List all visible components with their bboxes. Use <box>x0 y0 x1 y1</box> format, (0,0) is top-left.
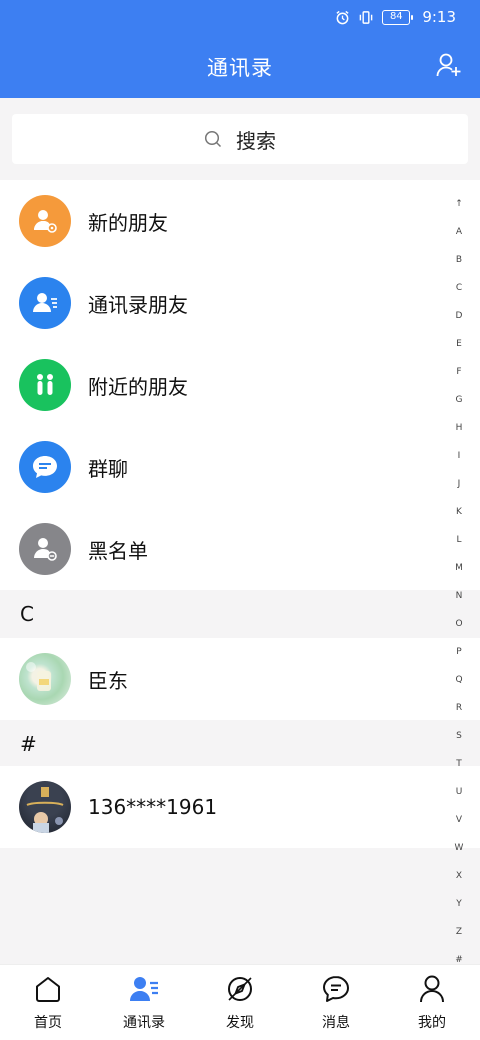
section-letter: # <box>20 732 37 756</box>
feature-group-chat[interactable]: 群聊 <box>0 426 480 508</box>
alphabet-index-bar[interactable]: ↑ A B C D E F G H I J K L M N O P Q R S T U V W X Y Z # <box>448 196 470 980</box>
index-letter[interactable]: R <box>456 700 462 728</box>
feature-nearby-friends[interactable]: 附近的朋友 <box>0 344 480 426</box>
tab-discover[interactable]: 发现 <box>192 965 288 1040</box>
status-time: 9:13 <box>422 8 456 26</box>
tab-label: 消息 <box>322 1015 350 1031</box>
discover-icon <box>228 977 252 1001</box>
tab-label: 我的 <box>418 1015 446 1031</box>
add-friend-icon[interactable] <box>436 52 462 78</box>
contacts-friend-icon <box>19 277 71 329</box>
index-letter[interactable]: P <box>456 644 461 672</box>
index-letter[interactable]: Y <box>456 896 462 924</box>
index-letter[interactable]: D <box>456 308 463 336</box>
tab-label: 通讯录 <box>123 1015 165 1031</box>
avatar <box>19 781 71 833</box>
alarm-icon <box>336 10 349 24</box>
search-label: 搜索 <box>236 128 276 153</box>
index-letter[interactable]: M <box>455 560 463 588</box>
status-icons: 84 9:13 <box>335 8 456 26</box>
index-letter[interactable]: U <box>456 784 463 812</box>
index-letter[interactable]: A <box>456 224 462 252</box>
battery-icon: 84 <box>382 9 414 25</box>
tab-label: 发现 <box>226 1015 254 1031</box>
index-letter[interactable]: T <box>456 756 462 784</box>
avatar <box>19 653 71 705</box>
feature-label: 群聊 <box>88 456 128 481</box>
index-letter[interactable]: Z <box>456 924 462 952</box>
feature-label: 黑名单 <box>88 538 148 563</box>
feature-new-friends[interactable]: 新的朋友 <box>0 180 480 262</box>
profile-icon <box>420 975 444 1003</box>
contact-row[interactable]: 臣东 <box>0 638 480 720</box>
feature-blacklist[interactable]: 黑名单 <box>0 508 480 590</box>
section-header-hash: # <box>0 720 480 768</box>
index-letter[interactable]: F <box>456 364 461 392</box>
feature-label: 附近的朋友 <box>88 374 188 399</box>
page-title: 通讯录 <box>207 56 273 80</box>
index-letter[interactable]: E <box>456 336 462 364</box>
index-letter[interactable]: K <box>456 504 462 532</box>
search-box[interactable]: 搜索 <box>12 114 468 164</box>
index-letter[interactable]: Q <box>455 672 462 700</box>
index-letter[interactable]: W <box>455 840 464 868</box>
contacts-tab-icon <box>130 977 158 1001</box>
index-letter[interactable]: B <box>456 252 462 280</box>
bottom-tab-bar: 首页 通讯录 发现 消息 我的 <box>0 964 480 1040</box>
contact-name: 臣东 <box>88 668 128 693</box>
index-letter[interactable]: N <box>456 588 463 616</box>
tab-profile[interactable]: 我的 <box>384 965 480 1040</box>
feature-label: 新的朋友 <box>88 210 168 235</box>
index-letter[interactable]: L <box>456 532 461 560</box>
contact-name: 136****1961 <box>88 795 218 819</box>
index-letter[interactable]: ↑ <box>455 196 463 224</box>
section-letter: C <box>20 602 34 626</box>
feature-label: 通讯录朋友 <box>88 292 188 317</box>
nearby-icon <box>19 359 71 411</box>
tab-label: 首页 <box>34 1015 62 1031</box>
blacklist-icon <box>19 523 71 575</box>
index-letter[interactable]: O <box>455 616 462 644</box>
index-letter[interactable]: S <box>456 728 462 756</box>
index-letter[interactable]: J <box>458 476 461 504</box>
feature-list: 新的朋友 通讯录朋友 附近的朋友 群聊 黑名单 <box>0 180 480 590</box>
contact-row[interactable]: 136****1961 <box>0 766 480 848</box>
index-letter[interactable]: X <box>456 868 462 896</box>
vibrate-icon <box>359 10 373 24</box>
feature-contacts-friends[interactable]: 通讯录朋友 <box>0 262 480 344</box>
search-icon <box>204 130 222 148</box>
search-area: 搜索 <box>0 98 480 180</box>
index-letter[interactable]: C <box>456 280 462 308</box>
index-letter[interactable]: V <box>456 812 462 840</box>
index-letter[interactable]: H <box>456 420 463 448</box>
tab-contacts[interactable]: 通讯录 <box>96 965 192 1040</box>
tab-home[interactable]: 首页 <box>0 965 96 1040</box>
contact-list-c: 臣东 <box>0 638 480 720</box>
message-icon <box>323 976 349 1002</box>
tab-messages[interactable]: 消息 <box>288 965 384 1040</box>
index-letter[interactable]: G <box>456 392 463 420</box>
index-letter[interactable]: I <box>458 448 461 476</box>
group-chat-icon <box>19 441 71 493</box>
section-header-c: C <box>0 590 480 638</box>
new-friend-icon <box>19 195 71 247</box>
home-icon <box>36 977 60 1002</box>
contact-list-hash: 136****1961 <box>0 766 480 848</box>
header-bar: 通讯录 <box>0 36 480 98</box>
status-bar: 84 9:13 <box>0 0 480 36</box>
